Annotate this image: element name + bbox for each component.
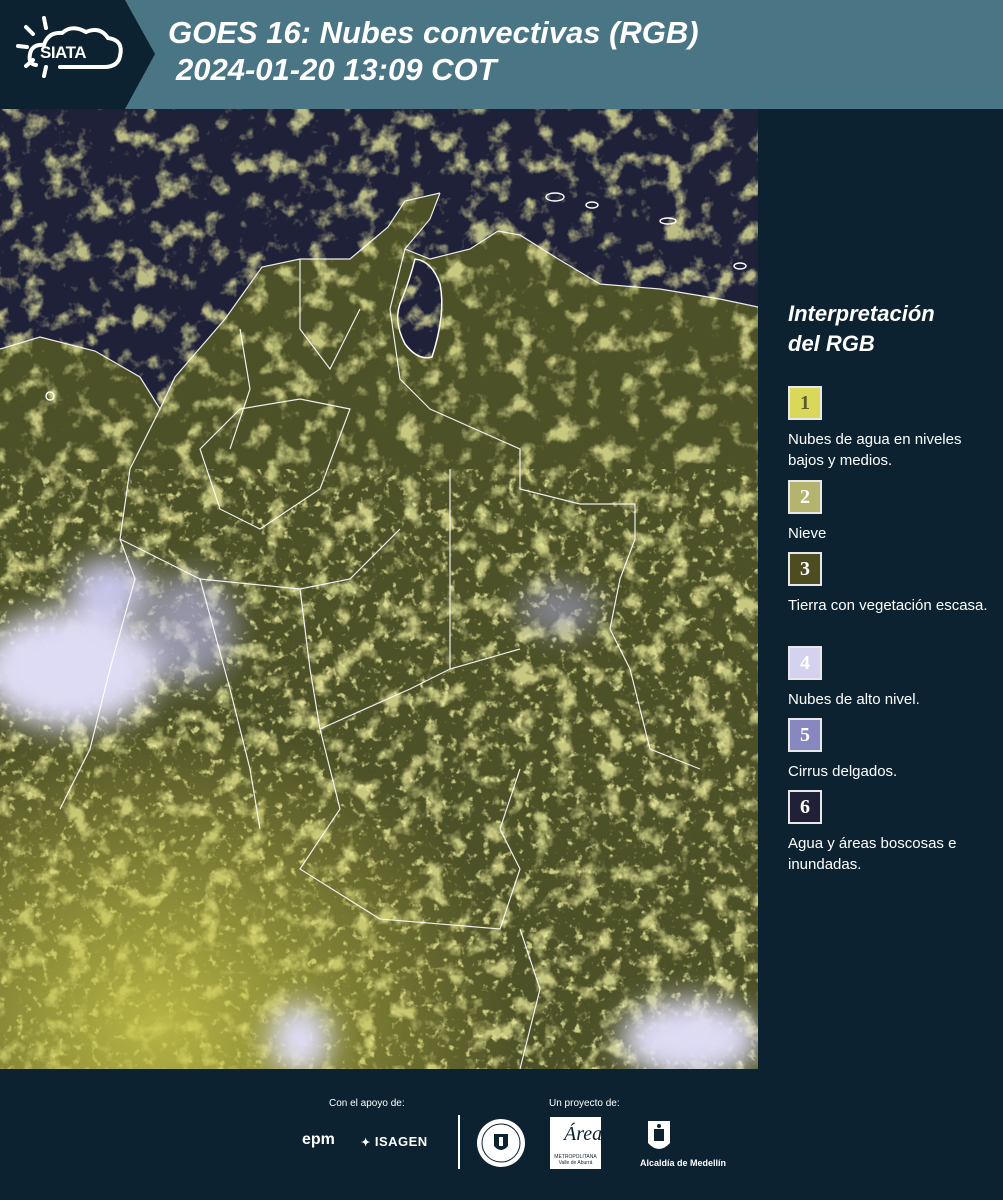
- legend-item-5: 5 Cirrus delgados.: [788, 718, 998, 782]
- area-metropolitana-logo: Área METROPOLITANA Valle de Aburrá: [550, 1117, 603, 1169]
- page-title: GOES 16: Nubes convectivas (RGB) 2024-01…: [168, 14, 699, 88]
- legend-swatch-4: 4: [788, 646, 822, 680]
- area-logo-subtext: METROPOLITANA Valle de Aburrá: [554, 1154, 597, 1166]
- footer-sponsors: Con el apoyo de: Un proyecto de: epm ✦ I…: [0, 1069, 1003, 1200]
- medellin-seal-icon: [477, 1119, 525, 1167]
- header-bar: SIATA GOES 16: Nubes convectivas (RGB) 2…: [0, 0, 1003, 109]
- area-logo-text: Área: [564, 1123, 603, 1145]
- legend-swatch-6: 6: [788, 790, 822, 824]
- legend-desc-3: Tierra con vegetación escasa.: [788, 597, 988, 614]
- legend-desc-6: Agua y áreas boscosas e inundadas.: [788, 835, 957, 873]
- legend-item-3: 3 Tierra con vegetación escasa.: [788, 552, 998, 616]
- rgb-legend: Interpretación del RGB 1 Nubes de agua e…: [758, 109, 1003, 1069]
- legend-title-line-1: Interpretación: [788, 301, 935, 326]
- legend-desc-1: Nubes de agua en niveles bajos y medios.: [788, 431, 962, 469]
- satellite-image: [0, 109, 758, 1069]
- project-label: Un proyecto de:: [549, 1098, 620, 1109]
- legend-desc-2: Nieve: [788, 525, 827, 542]
- isagen-mark-icon: ✦: [361, 1137, 371, 1149]
- siata-logo-text: SIATA: [40, 43, 86, 62]
- satellite-map: [0, 109, 758, 1069]
- isagen-logo-text: ISAGEN: [374, 1134, 428, 1149]
- legend-item-2: 2 Nieve: [788, 480, 998, 544]
- isagen-logo: ✦ ISAGEN: [361, 1134, 428, 1149]
- legend-desc-5: Cirrus delgados.: [788, 763, 898, 780]
- legend-title: Interpretación del RGB: [788, 299, 935, 359]
- legend-item-4: 4 Nubes de alto nivel.: [788, 646, 998, 710]
- legend-swatch-1: 1: [788, 386, 822, 420]
- footer-divider: [458, 1115, 460, 1169]
- legend-swatch-5: 5: [788, 718, 822, 752]
- epm-logo: epm: [302, 1131, 335, 1148]
- support-label: Con el apoyo de:: [329, 1098, 405, 1109]
- alcaldia-shield-icon: [648, 1121, 670, 1149]
- legend-desc-4: Nubes de alto nivel.: [788, 691, 920, 708]
- legend-swatch-2: 2: [788, 480, 822, 514]
- title-line-2: 2024-01-20 13:09 COT: [176, 52, 497, 87]
- legend-item-6: 6 Agua y áreas boscosas e inundadas.: [788, 790, 998, 875]
- legend-title-line-2: del RGB: [788, 331, 875, 356]
- siata-logo: SIATA: [0, 0, 155, 109]
- legend-item-1: 1 Nubes de agua en niveles bajos y medio…: [788, 386, 998, 471]
- legend-swatch-3: 3: [788, 552, 822, 586]
- title-line-1: GOES 16: Nubes convectivas (RGB): [168, 15, 699, 50]
- alcaldia-text: Alcaldía de Medellín: [640, 1158, 727, 1168]
